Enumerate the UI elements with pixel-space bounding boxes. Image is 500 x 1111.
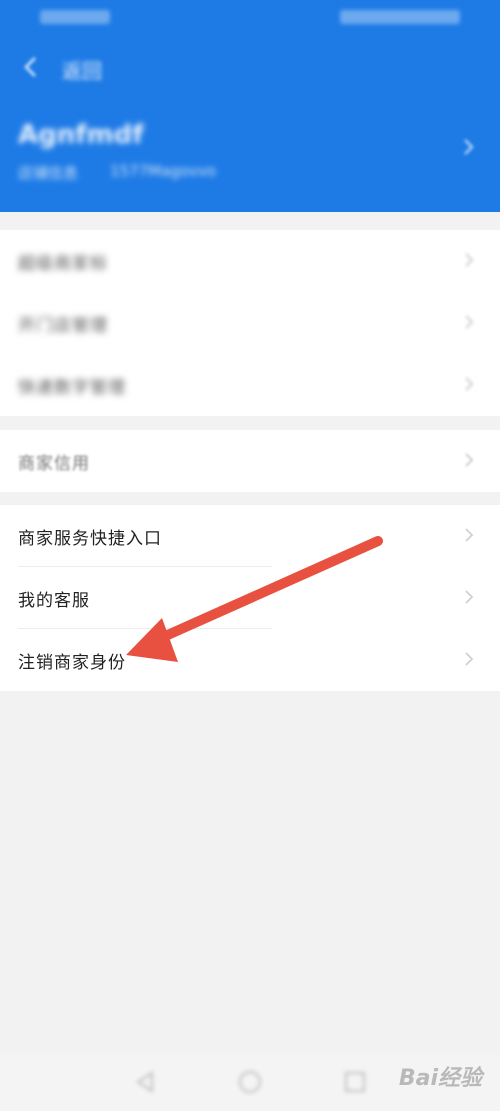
chevron-right-icon [464,252,474,272]
shop-name: Agnfmdf [18,120,144,150]
menu-item-label: 我的客服 [18,590,90,611]
back-triangle-icon [136,1071,153,1093]
menu-item-label: 超级商家标 [18,253,108,274]
watermark-logo: Bai经验 [398,1066,482,1091]
menu-group-3: 商家服务快捷入口 我的客服 注销商家身份 [0,505,500,691]
menu-item-my-customer-service[interactable]: 我的客服 [0,567,500,629]
menu-item-service-shortcut[interactable]: 商家服务快捷入口 [0,505,500,567]
menu-item-label: 注销商家身份 [18,652,126,673]
home-circle-icon [239,1071,261,1093]
menu-item-label: 商家服务快捷入口 [18,528,162,549]
chevron-right-icon [464,314,474,334]
merchant-header: 返回 Agnfmdf 店铺信息 1577Magovvo [0,34,500,212]
menu-item-store-management[interactable]: 开门店管理 [0,292,500,354]
header-title: 返回 [62,59,102,83]
status-bar [0,0,500,34]
chevron-right-icon [464,527,474,547]
chevron-right-icon [464,376,474,396]
chevron-right-icon [464,589,474,609]
nav-home-button[interactable] [235,1067,265,1097]
shop-meta-right: 1577Magovvo [110,162,216,180]
menu-group-1: 超级商家标 开门店管理 快递数字管理 [0,230,500,416]
chevron-right-icon [464,139,474,155]
nav-recent-button[interactable] [340,1067,370,1097]
back-button[interactable] [14,50,48,84]
nav-back-button[interactable] [130,1067,160,1097]
menu-item-merchant-credit[interactable]: 商家信用 [0,430,500,492]
menu-item-label: 快递数字管理 [18,377,126,398]
menu-item-label: 开门店管理 [18,315,108,336]
status-bar-right-indicators [340,10,460,24]
recent-square-icon [345,1072,365,1092]
menu-group-2: 商家信用 [0,430,500,492]
chevron-right-icon [464,452,474,472]
menu-item-delivery-management[interactable]: 快递数字管理 [0,354,500,416]
chevron-right-icon [464,651,474,671]
status-bar-left-indicators [40,10,110,24]
menu-item-cancel-merchant-identity[interactable]: 注销商家身份 [0,629,500,691]
menu-item-label: 商家信用 [18,453,90,474]
chevron-left-icon [24,57,36,77]
shop-detail-chevron[interactable] [462,138,474,160]
shop-meta-left: 店铺信息 [18,164,79,182]
menu-item-super-merchant[interactable]: 超级商家标 [0,230,500,292]
